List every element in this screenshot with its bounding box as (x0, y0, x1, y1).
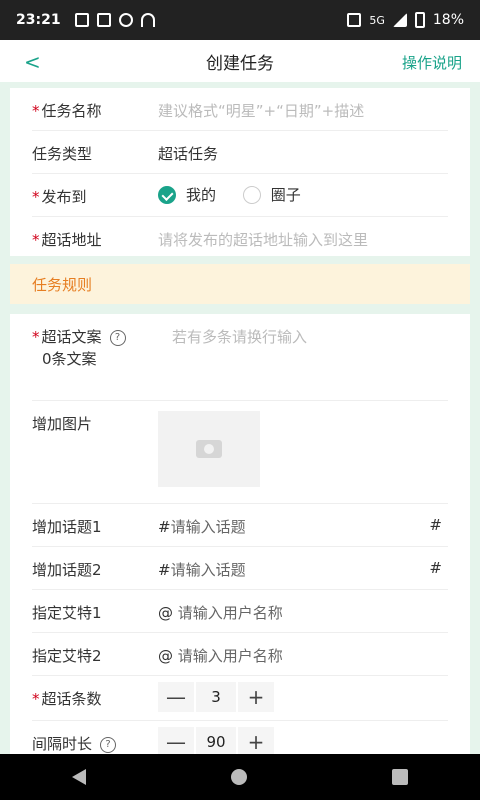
help-link[interactable]: 操作说明 (402, 52, 462, 73)
count-label: 超话条数 (41, 690, 102, 708)
publish-to-row: * 发布到 我的 圈子 (32, 174, 448, 217)
interval-value[interactable]: 90 (196, 727, 236, 754)
mention1-label: 指定艾特1 (32, 604, 102, 622)
nav-back-icon[interactable] (72, 769, 87, 785)
mention1-row: 指定艾特1 @ 请输入用户名称 (32, 590, 448, 633)
task-name-row: * 任务名称 建议格式“明星”+“日期”+描述 (32, 88, 448, 131)
status-time: 23:21 (16, 12, 61, 28)
rules-section-header: 任务规则 (10, 264, 470, 304)
count-value[interactable]: 3 (196, 682, 236, 712)
topic1-row: 增加话题1 #请输入话题 # (32, 504, 448, 547)
mention2-row: 指定艾特2 @ 请输入用户名称 (32, 633, 448, 676)
system-nav-bar (0, 754, 480, 800)
task-type-row: 任务类型 超话任务 (32, 131, 448, 174)
count-stepper: — 3 + (158, 682, 274, 712)
network-label: 5G (369, 13, 385, 27)
basic-info-card: * 任务名称 建议格式“明星”+“日期”+描述 任务类型 超话任务 * 发布到 我的… (10, 88, 470, 256)
task-name-input[interactable]: 建议格式“明星”+“日期”+描述 (158, 100, 364, 121)
address-label: 超话地址 (41, 231, 102, 249)
page-title: 创建任务 (206, 53, 274, 74)
help-icon[interactable]: ? (100, 736, 117, 753)
alert-icon (96, 13, 111, 27)
mention2-label: 指定艾特2 (32, 647, 102, 665)
task-type-label: 任务类型 (32, 145, 93, 163)
mention2-input[interactable]: 请输入用户名称 (178, 647, 283, 665)
rules-card: * 超话文案? 0条文案 若有多条请换行输入 增加图片 增加话题1 #请输入话题 … (10, 314, 470, 754)
topic2-input[interactable]: 请输入话题 (171, 561, 246, 579)
mention1-input[interactable]: 请输入用户名称 (178, 604, 283, 622)
wifi-icon (140, 13, 155, 27)
sms-icon (74, 13, 89, 27)
required-mark: * (32, 328, 40, 346)
signal-icon (392, 13, 407, 27)
publish-to-label: 发布到 (41, 188, 87, 206)
required-mark: * (32, 102, 40, 120)
copy-row: * 超话文案? 0条文案 若有多条请换行输入 (32, 314, 448, 401)
wechat-icon (118, 13, 133, 27)
required-mark: * (32, 231, 40, 249)
address-input[interactable]: 请将发布的超话地址输入到这里 (158, 229, 368, 250)
task-type-value: 超话任务 (158, 145, 219, 163)
back-button[interactable]: < (24, 50, 41, 74)
topic2-row: 增加话题2 #请输入话题 # (32, 547, 448, 590)
nav-home-icon[interactable] (230, 769, 247, 785)
interval-row: 间隔时长? — 90 + (32, 721, 448, 754)
radio-circle[interactable]: 圈子 (242, 184, 301, 205)
task-name-label: 任务名称 (41, 102, 102, 120)
image-row: 增加图片 (32, 401, 448, 504)
rules-title: 任务规则 (32, 275, 93, 294)
plus-button[interactable]: + (238, 727, 274, 754)
address-row: * 超话地址 请将发布的超话地址输入到这里 (32, 217, 448, 259)
topic2-label: 增加话题2 (32, 561, 102, 579)
minus-button[interactable]: — (158, 682, 194, 712)
plus-button[interactable]: + (238, 682, 274, 712)
topic1-input[interactable]: 请输入话题 (171, 518, 246, 536)
battery-percent: 18% (432, 12, 464, 28)
help-icon[interactable]: ? (109, 329, 126, 346)
copy-input[interactable]: 若有多条请换行输入 (172, 326, 307, 347)
required-mark: * (32, 690, 40, 708)
camera-icon (196, 440, 222, 458)
count-row: * 超话条数 — 3 + (32, 676, 448, 721)
status-bar: 23:21 5G 18% (0, 0, 480, 40)
mute-icon (347, 13, 362, 27)
topic1-label: 增加话题1 (32, 518, 102, 536)
add-image-button[interactable] (158, 411, 260, 487)
copy-count: 0条文案 (42, 350, 97, 368)
minus-button[interactable]: — (158, 727, 194, 754)
copy-label: 超话文案 (41, 328, 102, 346)
interval-stepper: — 90 + (158, 727, 274, 754)
app-header: < 创建任务 操作说明 (0, 40, 480, 82)
radio-mine[interactable]: 我的 (158, 184, 216, 205)
image-label: 增加图片 (32, 415, 93, 433)
interval-label: 间隔时长 (32, 735, 93, 753)
radio-unchecked-icon (242, 185, 261, 204)
battery-icon (414, 12, 425, 28)
radio-checked-icon (158, 185, 176, 204)
required-mark: * (32, 188, 40, 206)
nav-recent-icon[interactable] (391, 769, 408, 785)
